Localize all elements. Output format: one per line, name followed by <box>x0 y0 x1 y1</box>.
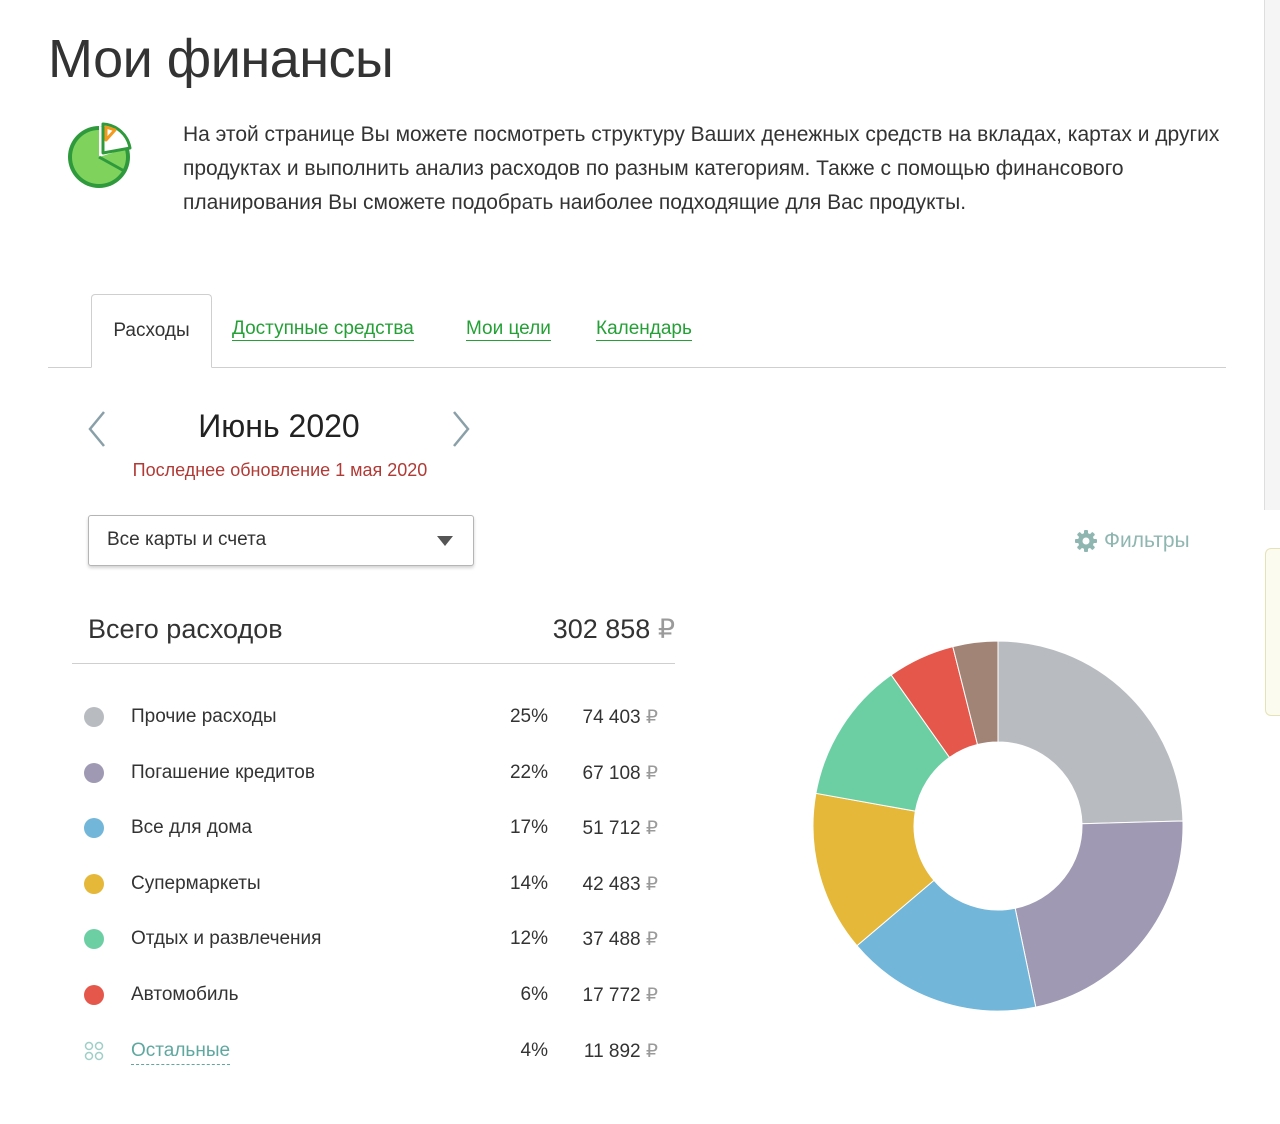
total-label: Всего расходов <box>88 614 283 644</box>
category-name: Прочие расходы <box>131 706 277 727</box>
category-color-dot <box>84 929 104 949</box>
category-color-dot <box>84 707 104 727</box>
category-name: Автомобиль <box>131 984 239 1005</box>
category-color-dot <box>84 763 104 783</box>
category-row: Отдых и развлечения 12% 37 488 ₽ <box>80 924 670 954</box>
filters-button[interactable]: Фильтры <box>1074 527 1190 555</box>
last-update-note: Последнее обновление 1 мая 2020 <box>132 460 428 480</box>
donut-slice[interactable] <box>1014 820 1184 1008</box>
category-color-dot <box>84 818 104 838</box>
category-percent: 17% <box>509 817 548 838</box>
pie-chart-icon <box>68 122 132 188</box>
category-amount: 51 712 ₽ <box>582 818 659 839</box>
category-row: Прочие расходы 25% 74 403 ₽ <box>80 702 670 732</box>
category-amount: 17 772 ₽ <box>582 985 659 1006</box>
category-percent: 25% <box>509 706 548 727</box>
chevron-left-icon[interactable] <box>82 408 112 450</box>
tab-calendar[interactable]: Календарь <box>596 318 692 341</box>
category-row: Супермаркеты 14% 42 483 ₽ <box>80 869 670 899</box>
category-percent: 12% <box>509 928 548 949</box>
category-amount: 11 892 ₽ <box>583 1041 658 1062</box>
category-name: Супермаркеты <box>131 873 261 894</box>
side-panel-edge <box>1264 0 1280 510</box>
category-color-dot <box>84 985 104 1005</box>
category-row[interactable]: Остальные 4% 11 892 ₽ <box>80 1036 670 1066</box>
category-row: Погашение кредитов 22% 67 108 ₽ <box>80 758 670 788</box>
category-percent: 14% <box>509 873 548 894</box>
account-select-value: Все карты и счета <box>107 529 267 550</box>
category-amount: 37 488 ₽ <box>582 929 659 950</box>
category-row: Все для дома 17% 51 712 ₽ <box>80 813 670 843</box>
donut-slice[interactable] <box>997 640 1184 825</box>
page-description: На этой странице Вы можете посмотреть ст… <box>183 123 1220 214</box>
category-color-dot <box>84 874 104 894</box>
category-amount: 74 403 ₽ <box>582 707 659 728</box>
gear-icon <box>1075 530 1097 552</box>
tab-available-funds[interactable]: Доступные средства <box>232 318 414 341</box>
caret-down-icon <box>437 536 453 546</box>
account-select[interactable]: Все карты и счета <box>88 515 474 566</box>
tabs-bar: Расходы Доступные средства Мои цели Кале… <box>48 294 1226 368</box>
category-percent: 22% <box>509 762 548 783</box>
category-name: Все для дома <box>131 817 253 838</box>
category-percent: 4% <box>520 1040 548 1061</box>
category-name: Отдых и развлечения <box>131 928 322 949</box>
category-amount: 67 108 ₽ <box>582 763 659 784</box>
tab-my-goals[interactable]: Мои цели <box>466 318 551 341</box>
category-amount: 42 483 ₽ <box>582 874 659 895</box>
expenses-donut-chart[interactable] <box>812 640 1184 1012</box>
tab-expenses[interactable]: Расходы <box>91 294 212 368</box>
total-expenses-row: Всего расходов 302 858 ₽ <box>72 606 675 664</box>
category-name: Погашение кредитов <box>131 762 315 783</box>
month-label: Июнь 2020 <box>198 408 360 444</box>
total-amount: 302 858 ₽ <box>552 614 675 644</box>
grid-dots-icon <box>84 1041 104 1061</box>
category-name[interactable]: Остальные <box>131 1040 231 1065</box>
category-percent: 6% <box>520 984 548 1005</box>
category-row: Автомобиль 6% 17 772 ₽ <box>80 980 670 1010</box>
chevron-right-icon[interactable] <box>446 408 476 450</box>
page-title: Мои финансы <box>48 29 394 89</box>
filters-label: Фильтры <box>1104 529 1190 552</box>
side-widget-edge <box>1265 548 1280 716</box>
